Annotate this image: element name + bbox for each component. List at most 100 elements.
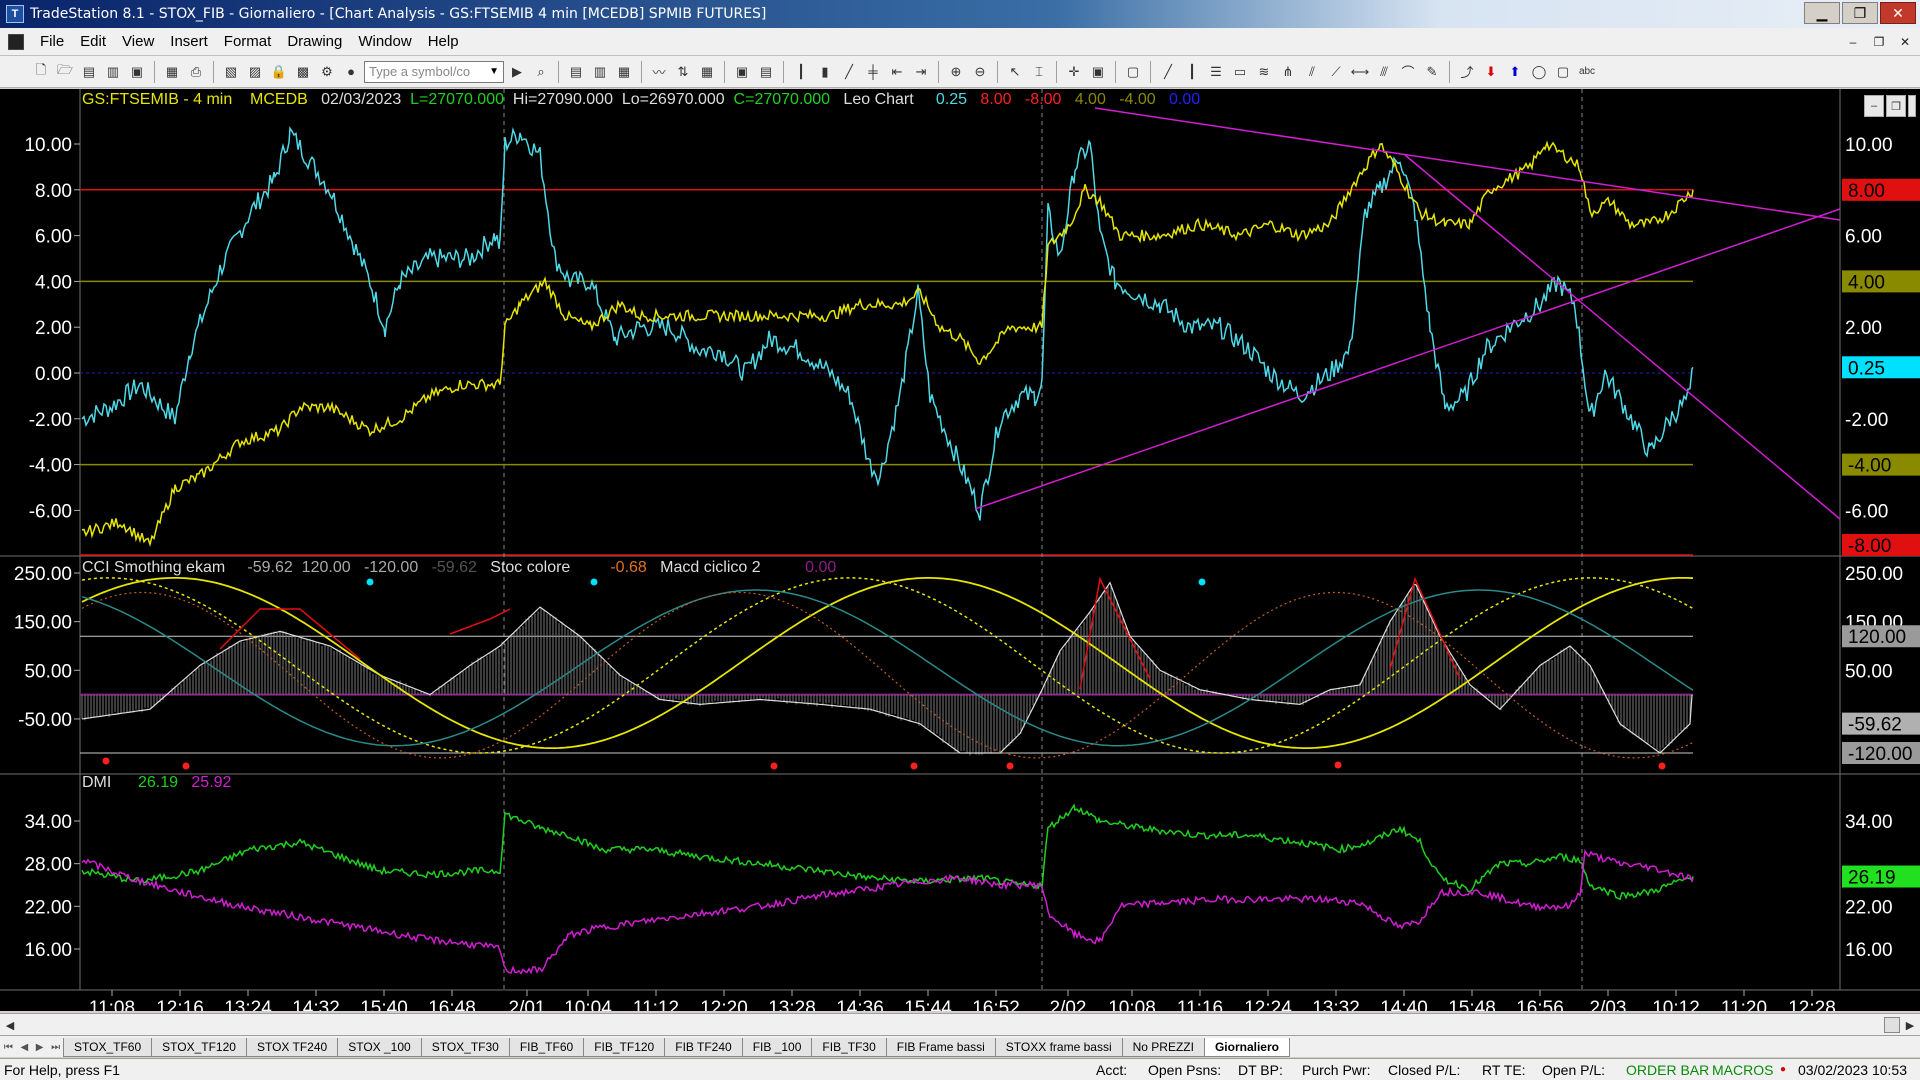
red-arrow-down-icon[interactable]: ⬇ <box>1480 61 1502 83</box>
crosshair-icon[interactable]: ✛ <box>1063 61 1085 83</box>
tab-stox-tf240[interactable]: STOX TF240 <box>245 1038 339 1057</box>
pointer-icon[interactable]: ↖ <box>1004 61 1026 83</box>
last-tab-icon[interactable]: ⏭ <box>51 1042 60 1053</box>
ellipse-icon[interactable]: ◯ <box>1528 61 1550 83</box>
speed-lines-icon[interactable]: ⫽ <box>1301 61 1323 83</box>
open-workspace-icon[interactable]: ▥ <box>102 61 124 83</box>
tab-fib-tf120[interactable]: FIB_TF120 <box>583 1038 666 1057</box>
new-file-icon[interactable]: 🗋 <box>30 61 52 83</box>
scroll-left-arrow-icon[interactable]: ◀ <box>2 1017 18 1033</box>
mdi-minimize-button[interactable]: ‒ <box>1842 32 1864 52</box>
tab-stox-100[interactable]: STOX _100 <box>337 1038 422 1057</box>
horizontal-lines-icon[interactable]: ☰ <box>1205 61 1227 83</box>
insert-strategy-icon[interactable]: ⇅ <box>672 61 694 83</box>
save-workspace-icon[interactable]: ▦ <box>161 61 183 83</box>
menu-help[interactable]: Help <box>420 33 467 50</box>
scroll-left-icon[interactable]: ⇤ <box>886 61 908 83</box>
fibonacci-icon[interactable]: ≋ <box>1253 61 1275 83</box>
blue-arrow-up-icon[interactable]: ⬆ <box>1504 61 1526 83</box>
symbol-lookup-icon[interactable]: ⌕ <box>530 61 552 83</box>
menu-file[interactable]: File <box>32 33 72 50</box>
menu-insert[interactable]: Insert <box>162 33 216 50</box>
tab-fib-frame-bassi[interactable]: FIB Frame bassi <box>885 1038 996 1057</box>
tab-stoxx-frame-bassi[interactable]: STOXX frame bassi <box>994 1038 1123 1057</box>
save-icon[interactable]: ▣ <box>126 61 148 83</box>
tab-no-prezzi[interactable]: No PREZZI <box>1121 1038 1205 1057</box>
text-cursor-icon[interactable]: ⌶ <box>1028 61 1050 83</box>
globe-icon[interactable]: ● <box>340 61 362 83</box>
mdi-close-button[interactable]: ✕ <box>1894 32 1916 52</box>
format-window-icon[interactable]: ▤ <box>565 61 587 83</box>
data-window-icon[interactable]: ▣ <box>1087 61 1109 83</box>
chart-minimize-button[interactable]: ‒ <box>1864 95 1884 117</box>
snap-icon[interactable]: ▢ <box>1122 61 1144 83</box>
status-order-bar[interactable]: ORDER BAR <box>1626 1062 1709 1078</box>
tab-stox-tf120[interactable]: STOX_TF120 <box>151 1038 247 1057</box>
scanner-icon[interactable]: ⚙ <box>316 61 338 83</box>
tab-fib-tf240[interactable]: FIB TF240 <box>664 1038 743 1057</box>
freehand-icon[interactable]: ✎ <box>1421 61 1443 83</box>
ohlc-icon[interactable]: ╪ <box>862 61 884 83</box>
chart-close-button[interactable] <box>1908 95 1916 117</box>
maximize-button[interactable]: ❐ <box>1842 2 1878 24</box>
insert-paintbar-icon[interactable]: ▦ <box>696 61 718 83</box>
format-symbol-icon[interactable]: ▥ <box>589 61 611 83</box>
tab-stox-tf30[interactable]: STOX_TF30 <box>420 1038 510 1057</box>
menu-view[interactable]: View <box>114 33 162 50</box>
scroll-right-icon[interactable]: ⇥ <box>910 61 932 83</box>
matrix-icon[interactable]: ▩ <box>292 61 314 83</box>
chevron-down-icon[interactable]: ▼ <box>489 66 503 77</box>
open-file-icon[interactable]: 🗁 <box>54 61 76 83</box>
mdi-restore-button[interactable]: ❐ <box>1868 32 1890 52</box>
candle-chart-icon[interactable]: ▮ <box>814 61 836 83</box>
chart-canvas[interactable]: 10.00 8.00 6.00 4.00 2.00 0.00 -2.00 -4.00 -6.00… <box>0 89 1920 1011</box>
chart-window-icon[interactable]: ▧ <box>220 61 242 83</box>
tab-fib-tf30[interactable]: FIB_TF30 <box>811 1038 887 1057</box>
arc-icon[interactable]: ⌒ <box>1397 61 1419 83</box>
box-icon[interactable]: ▭ <box>1229 61 1251 83</box>
chart-properties-icon[interactable]: ▣ <box>731 61 753 83</box>
vertical-lines-icon[interactable]: ┃ <box>1181 61 1203 83</box>
chart-window-icon[interactable] <box>8 33 24 50</box>
insert-indicator-icon[interactable]: 〰 <box>648 61 670 83</box>
scroll-right-arrow-icon[interactable]: ▶ <box>1902 1017 1918 1033</box>
trendline-icon[interactable]: ╱ <box>1157 61 1179 83</box>
format-analysis-icon[interactable]: ▦ <box>613 61 635 83</box>
scroll-thumb[interactable] <box>1884 1017 1900 1033</box>
zoom-out-icon[interactable]: ⊖ <box>969 61 991 83</box>
chart-restore-button[interactable]: ❐ <box>1886 95 1906 117</box>
minimize-button[interactable]: ▁ <box>1804 2 1840 24</box>
new-workspace-icon[interactable]: ▤ <box>78 61 100 83</box>
print-icon[interactable]: ⎙ <box>185 61 207 83</box>
close-button[interactable]: ✕ <box>1880 2 1916 24</box>
gann-icon[interactable]: ⟋ <box>1325 61 1347 83</box>
menu-edit[interactable]: Edit <box>72 33 114 50</box>
arrow-horizontal-icon[interactable]: ⟷ <box>1349 61 1371 83</box>
menu-window[interactable]: Window <box>350 33 419 50</box>
chart-style-icon[interactable]: ▤ <box>755 61 777 83</box>
andrews-pitchfork-icon[interactable]: ⋔ <box>1277 61 1299 83</box>
rectangle-icon[interactable]: ▢ <box>1552 61 1574 83</box>
zoom-in-icon[interactable]: ⊕ <box>945 61 967 83</box>
chart-analysis-window[interactable]: 10.00 8.00 6.00 4.00 2.00 0.00 -2.00 -4.00 -6.00… <box>0 89 1920 1011</box>
line-chart-icon[interactable]: ╱ <box>838 61 860 83</box>
curve-icon[interactable]: ⤴ <box>1456 61 1478 83</box>
bar-chart-icon[interactable]: ┃ <box>790 61 812 83</box>
tab-fib-100[interactable]: FIB _100 <box>741 1038 813 1057</box>
first-tab-icon[interactable]: ⏮ <box>4 1042 13 1053</box>
status-macros[interactable]: MACROS <box>1712 1062 1773 1078</box>
menu-drawing[interactable]: Drawing <box>279 33 350 50</box>
prev-tab-icon[interactable]: ◀ <box>20 1042 28 1053</box>
tab-stox-tf60[interactable]: STOX_TF60 <box>63 1038 153 1057</box>
symbol-input[interactable]: Type a symbol/co ▼ <box>364 60 504 83</box>
next-tab-icon[interactable]: ▶ <box>36 1042 44 1053</box>
radarscreen-icon[interactable]: ▨ <box>244 61 266 83</box>
menu-format[interactable]: Format <box>216 33 280 50</box>
tab-fib-tf60[interactable]: FIB_TF60 <box>508 1038 585 1057</box>
lock-icon[interactable]: 🔒 <box>268 61 290 83</box>
text-tool-icon[interactable]: abc <box>1576 61 1598 83</box>
parallel-lines-icon[interactable]: ⫻ <box>1373 61 1395 83</box>
horizontal-scrollbar[interactable]: ◀ ▶ <box>0 1013 1920 1035</box>
play-icon[interactable]: ▶ <box>506 61 528 83</box>
tab-giornaliero[interactable]: Giornaliero <box>1203 1038 1290 1057</box>
